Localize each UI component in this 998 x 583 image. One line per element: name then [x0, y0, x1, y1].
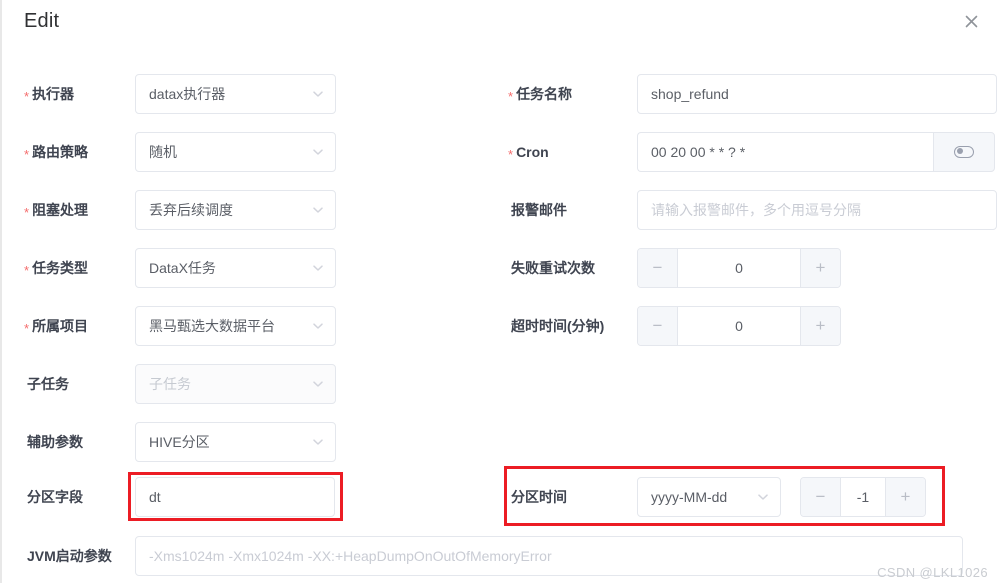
select-route-policy-value: 随机: [149, 144, 177, 160]
chevron-down-icon: [311, 145, 325, 159]
label-partition-time: 分区时间: [511, 488, 567, 505]
retry-count-stepper: − 0 +: [637, 248, 841, 288]
select-task-type[interactable]: DataX任务: [135, 248, 336, 288]
select-executor[interactable]: datax执行器: [135, 74, 336, 114]
label-jvm-args: JVM启动参数: [27, 547, 112, 564]
field-row-partition-time: 分区时间 yyyy-MM-dd − -1 +: [508, 477, 926, 517]
label-retry-count: 失败重试次数: [511, 259, 595, 276]
retry-count-decrement-button[interactable]: −: [638, 249, 678, 287]
dialog-header: Edit: [2, 0, 998, 54]
field-row-aux-param: 辅助参数 HIVE分区: [24, 422, 336, 462]
label-partition-field: 分区字段: [27, 488, 83, 505]
cron-toggle-icon[interactable]: [933, 132, 995, 172]
label-alarm-email: 报警邮件: [511, 201, 567, 218]
required-mark: *: [508, 88, 514, 104]
edit-dialog: Edit * 执行器 datax执行器 * 路由策略 随机 * 阻塞处理 丢弃后…: [0, 0, 998, 583]
chevron-down-icon: [311, 435, 325, 449]
chevron-down-icon: [311, 261, 325, 275]
select-task-type-value: DataX任务: [149, 260, 216, 276]
partition-field-input[interactable]: dt: [135, 477, 335, 517]
field-row-task-type: * 任务类型 DataX任务: [24, 248, 336, 288]
retry-count-value[interactable]: 0: [678, 249, 800, 287]
timeout-stepper: − 0 +: [637, 306, 841, 346]
required-mark: *: [24, 320, 30, 336]
select-aux-param[interactable]: HIVE分区: [135, 422, 336, 462]
field-row-cron: * Cron 00 20 00 * * ? *: [508, 132, 995, 172]
label-task-name: * 任务名称: [508, 85, 573, 104]
label-timeout: 超时时间(分钟): [511, 317, 605, 334]
partition-time-decrement-button[interactable]: −: [801, 478, 841, 516]
select-project-value: 黑马甄选大数据平台: [149, 318, 275, 334]
chevron-down-icon: [756, 490, 770, 504]
select-partition-time-format[interactable]: yyyy-MM-dd: [637, 477, 781, 517]
field-row-alarm-email: 报警邮件 请输入报警邮件，多个用逗号分隔: [508, 190, 997, 230]
partition-time-format-value: yyyy-MM-dd: [651, 489, 728, 505]
select-executor-value: datax执行器: [149, 86, 226, 102]
required-mark: *: [24, 204, 30, 220]
jvm-args-placeholder: -Xms1024m -Xmx1024m -XX:+HeapDumpOnOutOf…: [149, 548, 552, 564]
field-row-executor: * 执行器 datax执行器: [24, 74, 336, 114]
partition-time-controls: yyyy-MM-dd − -1 +: [637, 477, 926, 517]
field-row-route-policy: * 路由策略 随机: [24, 132, 336, 172]
label-task-type: * 任务类型: [24, 259, 89, 278]
chevron-down-icon: [311, 203, 325, 217]
field-row-timeout: 超时时间(分钟) − 0 +: [508, 306, 841, 346]
required-mark: *: [24, 88, 30, 104]
select-project[interactable]: 黑马甄选大数据平台: [135, 306, 336, 346]
field-row-retry-count: 失败重试次数 − 0 +: [508, 248, 841, 288]
timeout-value[interactable]: 0: [678, 307, 800, 345]
partition-field-value: dt: [149, 489, 161, 505]
partition-time-offset-value[interactable]: -1: [841, 478, 885, 516]
label-cron: * Cron: [508, 143, 549, 162]
watermark: CSDN @LKL1026: [877, 565, 988, 580]
timeout-increment-button[interactable]: +: [800, 307, 840, 345]
partition-time-increment-button[interactable]: +: [885, 478, 925, 516]
chevron-down-icon: [311, 319, 325, 333]
label-project: * 所属项目: [24, 317, 89, 336]
select-sub-task[interactable]: 子任务: [135, 364, 336, 404]
label-executor: * 执行器: [24, 85, 75, 104]
alarm-email-placeholder: 请输入报警邮件，多个用逗号分隔: [651, 202, 861, 218]
required-mark: *: [24, 146, 30, 162]
close-icon[interactable]: [958, 8, 984, 34]
required-mark: *: [24, 262, 30, 278]
label-aux-param: 辅助参数: [27, 433, 83, 450]
cron-input-group: 00 20 00 * * ? *: [637, 132, 995, 172]
required-mark: *: [508, 146, 514, 162]
alarm-email-input[interactable]: 请输入报警邮件，多个用逗号分隔: [637, 190, 997, 230]
cron-value: 00 20 00 * * ? *: [651, 144, 746, 160]
retry-count-increment-button[interactable]: +: [800, 249, 840, 287]
label-sub-task: 子任务: [27, 375, 69, 392]
field-row-sub-task: 子任务 子任务: [24, 364, 336, 404]
select-aux-param-value: HIVE分区: [149, 434, 210, 450]
label-route-policy: * 路由策略: [24, 143, 89, 162]
edit-form: * 执行器 datax执行器 * 路由策略 随机 * 阻塞处理 丢弃后续调度 * 任务类…: [2, 54, 998, 583]
toggle-switch-glyph: [954, 146, 974, 158]
timeout-decrement-button[interactable]: −: [638, 307, 678, 345]
task-name-value: shop_refund: [651, 86, 729, 102]
field-row-block-strategy: * 阻塞处理 丢弃后续调度: [24, 190, 336, 230]
field-row-jvm-args: JVM启动参数 -Xms1024m -Xmx1024m -XX:+HeapDum…: [24, 536, 963, 576]
select-sub-task-placeholder: 子任务: [149, 376, 191, 392]
label-block-strategy: * 阻塞处理: [24, 201, 89, 220]
page-title: Edit: [24, 10, 60, 32]
select-route-policy[interactable]: 随机: [135, 132, 336, 172]
jvm-args-input[interactable]: -Xms1024m -Xmx1024m -XX:+HeapDumpOnOutOf…: [135, 536, 963, 576]
task-name-input[interactable]: shop_refund: [637, 74, 997, 114]
field-row-partition-field: 分区字段 dt: [24, 477, 335, 517]
field-row-task-name: * 任务名称 shop_refund: [508, 74, 997, 114]
chevron-down-icon: [311, 87, 325, 101]
partition-time-offset-stepper: − -1 +: [800, 477, 926, 517]
cron-input[interactable]: 00 20 00 * * ? *: [637, 132, 933, 172]
field-row-project: * 所属项目 黑马甄选大数据平台: [24, 306, 336, 346]
chevron-down-icon: [311, 377, 325, 391]
select-block-strategy[interactable]: 丢弃后续调度: [135, 190, 336, 230]
select-block-strategy-value: 丢弃后续调度: [149, 202, 233, 218]
